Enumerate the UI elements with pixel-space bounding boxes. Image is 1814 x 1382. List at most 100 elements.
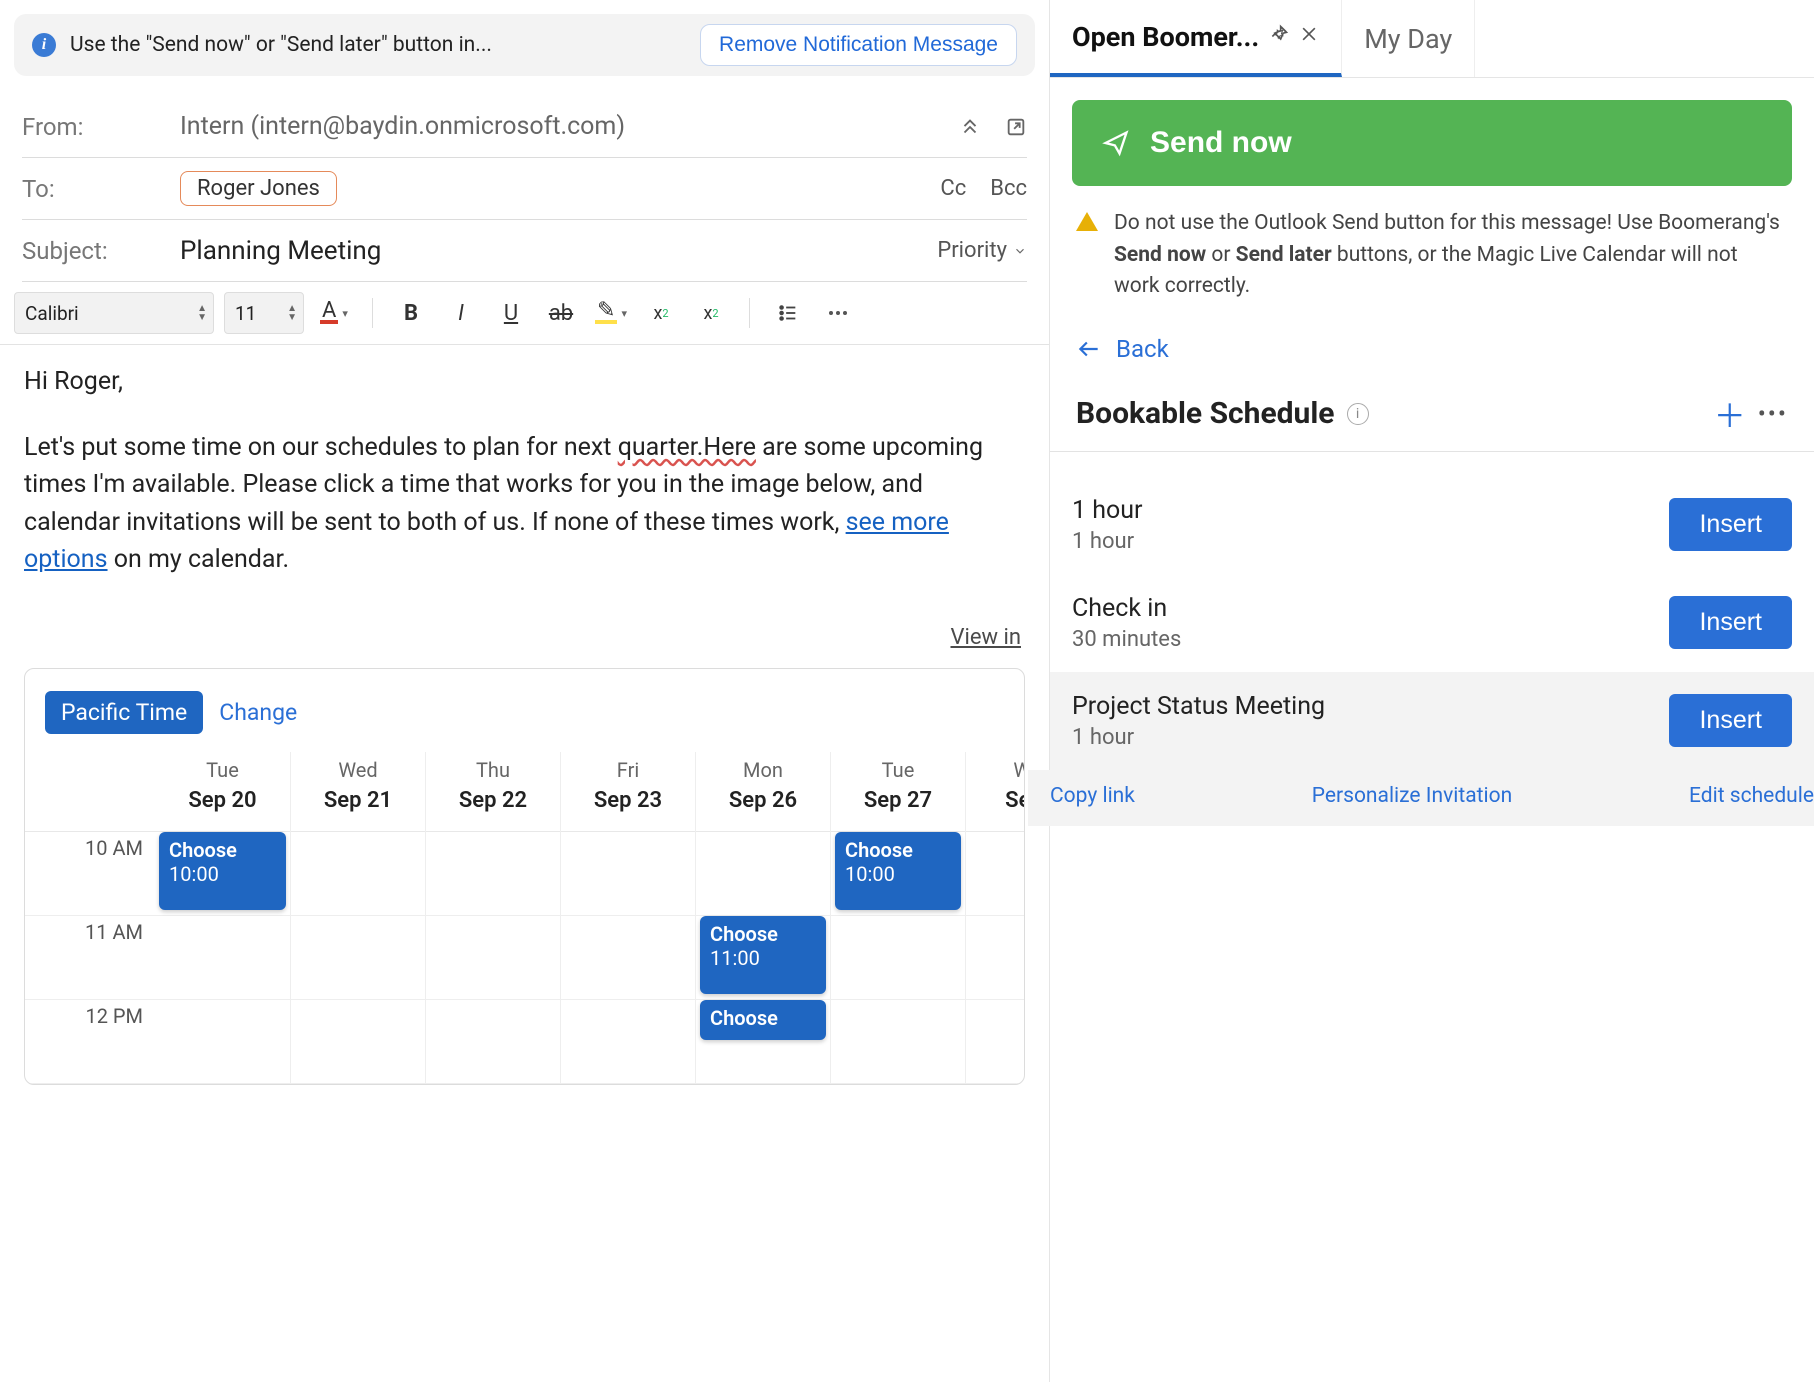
day-header: MonSep 26 (696, 752, 830, 832)
send-icon (1102, 129, 1130, 157)
back-button[interactable]: Back (1076, 335, 1169, 363)
time-slot[interactable]: Choose10:00 (835, 832, 961, 910)
schedule-link-row: Copy link Personalize Invitation Edit sche… (1028, 770, 1814, 826)
font-family-select[interactable]: Calibri ▲▼ (14, 292, 214, 334)
schedule-item[interactable]: Project Status Meeting1 hour Insert (1050, 672, 1814, 770)
hour-cell (291, 1000, 425, 1084)
schedule-meta: Project Status Meeting1 hour (1072, 692, 1325, 750)
day-of-week: Fri (561, 758, 695, 782)
schedule-title: 1 hour (1072, 496, 1143, 525)
email-body[interactable]: Hi Roger, Let's put some time on our sch… (0, 345, 1049, 625)
time-slot[interactable]: Choose (700, 1000, 826, 1040)
more-options-button[interactable]: ••• (1758, 400, 1788, 428)
schedule-list: 1 hour 1 hour Insert Check in30 minutes Inse… (1050, 476, 1814, 826)
underline-button[interactable]: U (491, 294, 531, 332)
cc-button[interactable]: Cc (940, 176, 966, 201)
priority-dropdown[interactable]: Priority (937, 238, 1027, 263)
close-icon[interactable] (1299, 24, 1319, 50)
schedule-title: Check in (1072, 594, 1181, 623)
slot-label: Choose (710, 922, 816, 946)
view-in-link[interactable]: View in (950, 625, 1021, 650)
slot-label: Choose (710, 1006, 816, 1030)
schedule-item[interactable]: Check in30 minutes Insert (1050, 574, 1814, 672)
insert-button[interactable]: Insert (1669, 694, 1792, 747)
spell-error[interactable]: quarter.Here (618, 433, 756, 462)
day-header: Wed Sep 21 (291, 752, 425, 832)
from-value[interactable]: Intern (intern@baydin.onmicrosoft.com) (180, 112, 951, 141)
hour-label: 12 PM (25, 1000, 155, 1084)
font-color-button[interactable]: A (314, 294, 354, 332)
slot-time: 11:00 (710, 946, 816, 970)
time-slot[interactable]: Choose11:00 (700, 916, 826, 994)
day-of-week: Wed (966, 758, 1024, 782)
hour-cell (966, 1000, 1024, 1084)
day-date: Sep 21 (291, 788, 425, 813)
insert-button[interactable]: Insert (1669, 596, 1792, 649)
bold-button[interactable]: B (391, 294, 431, 332)
italic-button[interactable]: I (441, 294, 481, 332)
font-size-select[interactable]: 11 ▲▼ (224, 292, 304, 334)
hour-cell (831, 1000, 965, 1084)
day-of-week: Wed (291, 758, 425, 782)
remove-notification-button[interactable]: Remove Notification Message (700, 24, 1017, 66)
hour-cell (966, 832, 1024, 916)
hour-cell (155, 916, 290, 1000)
edit-link[interactable]: Edit schedule (1689, 784, 1814, 808)
day-date: Sep 2 (966, 788, 1024, 813)
more-format-button[interactable] (818, 294, 858, 332)
warning-icon (1076, 212, 1098, 231)
add-schedule-button[interactable]: ＋ (1714, 391, 1746, 437)
subscript-button[interactable]: x2 (691, 294, 731, 332)
popout-icon[interactable] (1005, 116, 1027, 138)
to-row: To: Roger Jones Cc Bcc (22, 158, 1027, 220)
arrow-left-icon (1076, 336, 1102, 362)
from-row: From: Intern (intern@baydin.onmicrosoft.… (22, 96, 1027, 158)
days-container: TueSep 20Choose10:00WedSep 21ThuSep 22Fr… (155, 752, 1024, 1084)
collapse-icon[interactable] (959, 116, 981, 138)
day-column: MonSep 26Choose11:00Choose (695, 752, 830, 1084)
tab-boomerang[interactable]: Open Boomer... (1050, 0, 1342, 77)
superscript-button[interactable]: x2 (641, 294, 681, 332)
day-body (426, 832, 560, 1084)
day-body: Choose10:00 (155, 832, 290, 1084)
bcc-button[interactable]: Bcc (990, 176, 1027, 201)
schedule-duration: 1 hour (1072, 529, 1143, 554)
day-column: FriSep 23 (560, 752, 695, 1084)
send-now-button[interactable]: Send now (1072, 100, 1792, 186)
copy-link[interactable]: Copy link (1050, 784, 1135, 808)
pin-icon[interactable] (1269, 24, 1289, 50)
strikethrough-button[interactable]: ab (541, 294, 581, 332)
highlight-button[interactable]: ✎ (591, 294, 631, 332)
tab-my-day-label: My Day (1364, 23, 1452, 55)
day-date: Sep 26 (696, 788, 830, 813)
schedule-meta: Check in30 minutes (1072, 594, 1181, 652)
notification-text: Use the "Send now" or "Send later" butto… (70, 33, 686, 57)
hour-cell (291, 916, 425, 1000)
hour-cell (561, 1000, 695, 1084)
info-icon: i (32, 33, 56, 57)
day-column: TueSep 20Choose10:00 (155, 752, 290, 1084)
tab-my-day[interactable]: My Day (1342, 0, 1475, 77)
day-header: FriSep 23 (561, 752, 695, 832)
day-of-week: Tue (831, 758, 965, 782)
schedule-title: Project Status Meeting (1072, 692, 1325, 721)
insert-button[interactable]: Insert (1669, 498, 1792, 551)
recipient-chip[interactable]: Roger Jones (180, 171, 337, 206)
time-slot[interactable]: Choose10:00 (159, 832, 286, 910)
to-input[interactable]: Roger Jones (180, 171, 932, 206)
hour-cell (426, 1000, 560, 1084)
hour-cell (426, 916, 560, 1000)
subject-input[interactable]: Planning Meeting (180, 236, 929, 266)
info-icon[interactable]: i (1347, 403, 1369, 425)
personalize-link[interactable]: Personalize Invitation (1312, 784, 1512, 808)
hour-cell (426, 832, 560, 916)
change-timezone-link[interactable]: Change (219, 699, 297, 726)
hour-label: 11 AM (25, 916, 155, 1000)
time-column: 10 AM11 AM12 PM (25, 752, 155, 1084)
day-header: TueSep 27 (831, 752, 965, 832)
hour-cell (155, 1000, 290, 1084)
slot-time: 10:00 (845, 862, 951, 886)
slot-time: 10:00 (169, 862, 276, 886)
bulleted-list-button[interactable] (768, 294, 808, 332)
schedule-item[interactable]: 1 hour 1 hour Insert (1050, 476, 1814, 574)
